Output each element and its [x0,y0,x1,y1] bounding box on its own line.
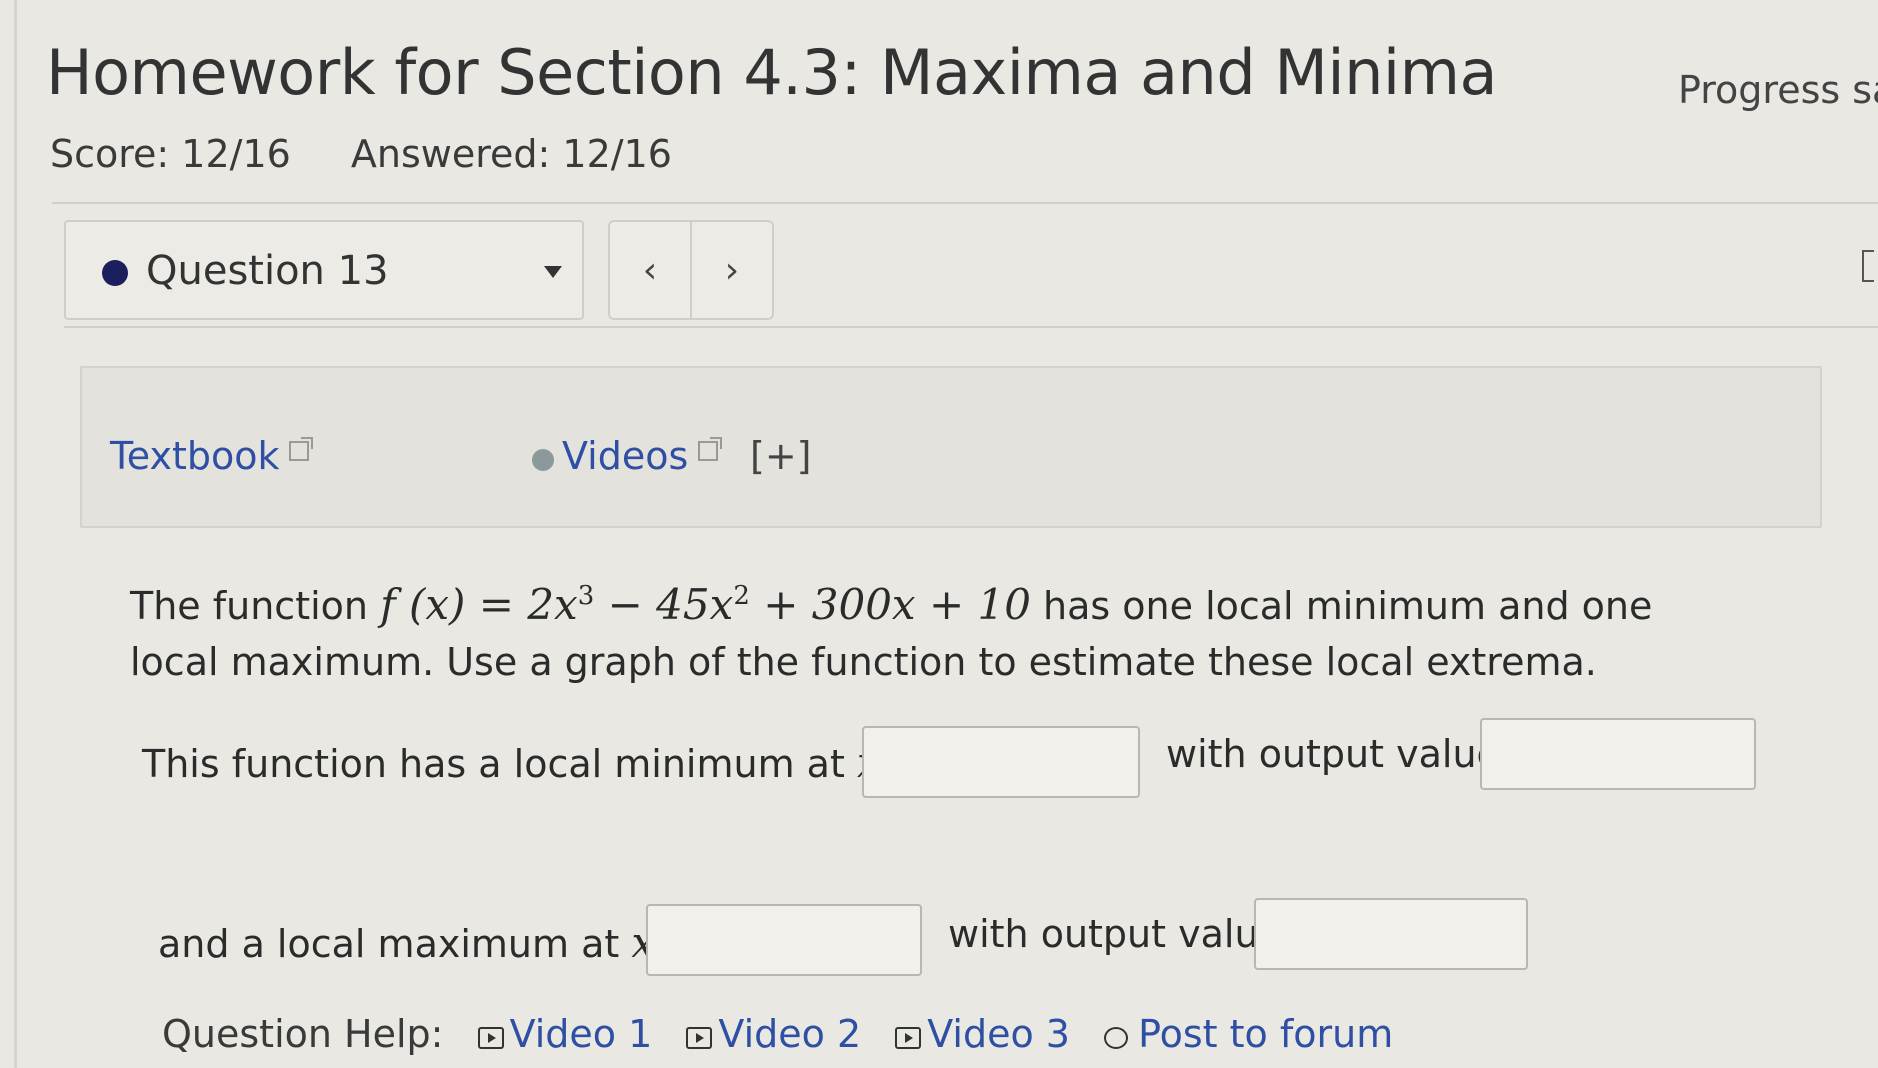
videos-label: Videos [562,434,689,478]
local-max-x-input[interactable] [646,904,922,976]
question-select[interactable]: Question 13 [64,220,584,320]
post-to-forum-link[interactable]: Post to forum [1104,1012,1393,1056]
bracket-icon[interactable] [1862,250,1874,282]
question-select-label: Question 13 [146,248,389,294]
caret-down-icon [544,266,562,278]
question-status-dot [102,260,128,286]
divider [52,202,1878,204]
resources-panel: Textbook Videos [+] [80,366,1822,528]
answered-text: Answered: 12/16 [350,132,672,176]
page-title: Homework for Section 4.3: Maxima and Min… [46,36,1498,109]
local-min-x-input[interactable] [862,726,1140,798]
local-min-prompt: This function has a local minimum at x = [142,738,929,787]
question-help: Question Help: Video 1 Video 2 Video 3 P… [162,1012,1393,1056]
video-2-link[interactable]: Video 2 [686,1012,861,1056]
videos-link[interactable]: Videos [532,434,723,478]
textbook-label: Textbook [110,434,280,478]
local-max-prompt: and a local maximum at x = [158,918,704,967]
external-link-icon [698,437,723,461]
question-help-label: Question Help: [162,1012,444,1056]
expand-resources-button[interactable]: [+] [750,434,812,478]
page-left-border [14,0,17,1068]
function-expression: f (x) = 2x3 − 45x2 + 300x + 10 [380,580,1031,629]
score-summary: Score: 12/16 Answered: 12/16 [50,132,720,176]
problem-statement: The function f (x) = 2x3 − 45x2 + 300x +… [130,580,1653,684]
video-icon [895,1027,922,1049]
divider [64,326,1878,328]
local-min-output-label: with output value [1166,732,1500,776]
next-question-button[interactable]: › [690,220,774,320]
progress-label: Progress sa [1678,68,1878,112]
textbook-link[interactable]: Textbook [110,434,314,478]
prev-question-button[interactable]: ‹ [608,220,692,320]
score-text: Score: 12/16 [50,132,291,176]
videos-icon [532,449,554,471]
video-1-link[interactable]: Video 1 [477,1012,652,1056]
video-3-link[interactable]: Video 3 [895,1012,1070,1056]
local-max-output-label: with output value [948,912,1282,956]
speech-bubble-icon [1104,1027,1129,1049]
external-link-icon [289,437,314,461]
video-icon [686,1027,713,1049]
local-max-output-input[interactable] [1254,898,1528,970]
video-icon [477,1027,504,1049]
local-min-output-input[interactable] [1480,718,1756,790]
